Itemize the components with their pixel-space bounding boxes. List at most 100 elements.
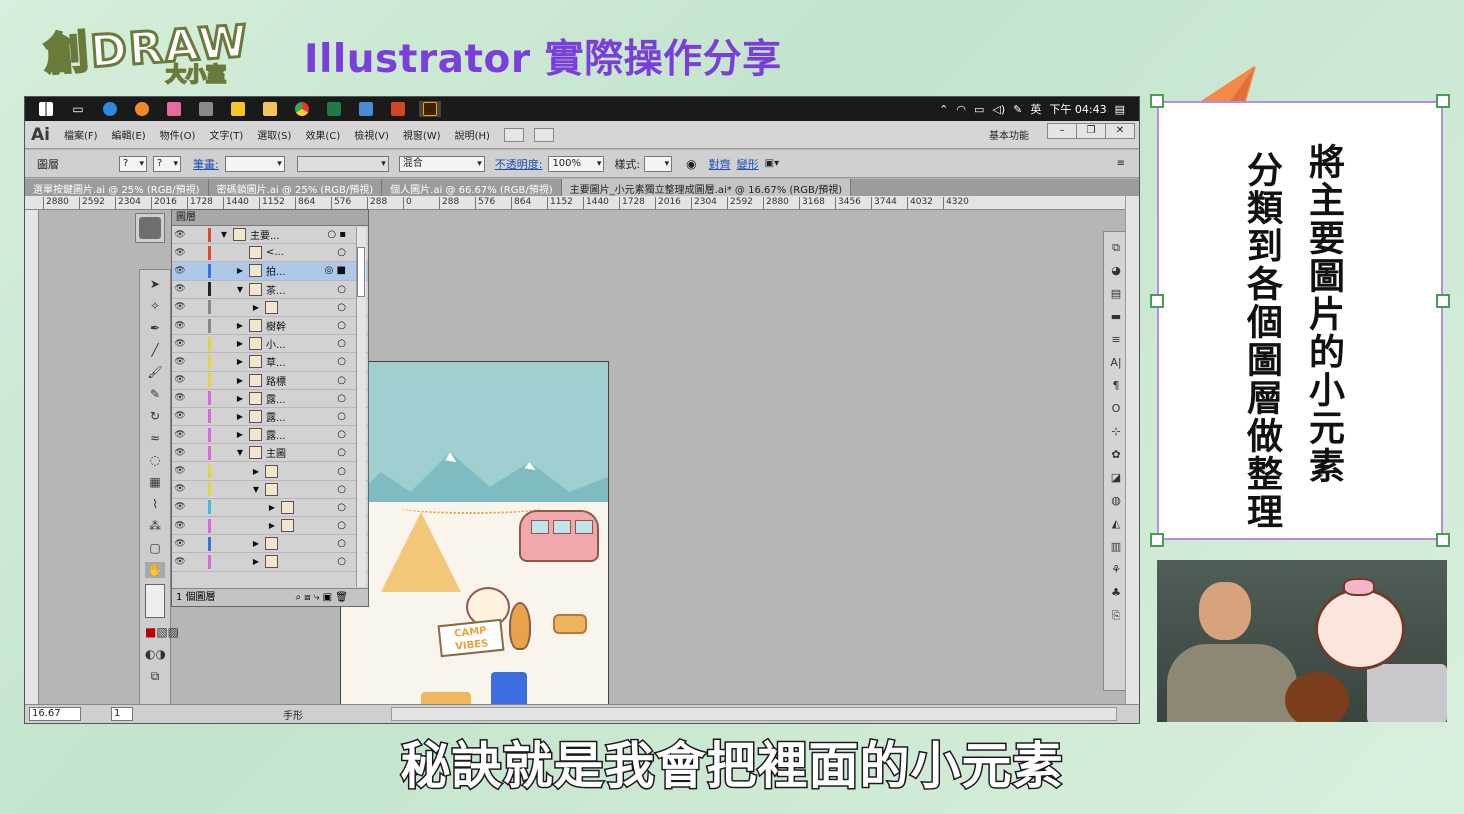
visibility-eye-icon[interactable]: 👁 xyxy=(172,266,188,276)
menu-type[interactable]: 文字(T) xyxy=(209,127,243,142)
target-circle-icon[interactable]: ○ xyxy=(337,320,346,331)
bridge-button[interactable] xyxy=(503,127,524,142)
minimize-button[interactable]: – xyxy=(1047,123,1077,139)
artboards-panel-icon[interactable]: ⧉ xyxy=(1108,241,1124,255)
file-explorer-icon[interactable] xyxy=(259,101,281,117)
layer-row[interactable]: 👁 ▶ 露... ○ xyxy=(172,408,368,427)
opentype-panel-icon[interactable]: O xyxy=(1108,402,1124,416)
document-tab[interactable]: 選單按鍵圖片.ai @ 25% (RGB/預視) xyxy=(25,179,209,196)
visibility-eye-icon[interactable]: 👁 xyxy=(172,448,188,458)
new-layer-icon[interactable]: ▣ xyxy=(323,592,332,603)
delete-layer-icon[interactable]: 🗑 xyxy=(335,592,348,603)
isolate-icon[interactable]: ▣▾ xyxy=(765,158,779,169)
artboard-number-input[interactable]: 1 xyxy=(111,707,133,721)
stroke-panel-icon[interactable]: ≡ xyxy=(1108,333,1124,347)
opacity-input[interactable]: 100% xyxy=(548,155,605,172)
volume-icon[interactable]: ◁) xyxy=(992,103,1005,116)
expand-arrow-icon[interactable]: ▼ xyxy=(219,230,229,239)
visibility-eye-icon[interactable]: 👁 xyxy=(172,321,188,331)
expand-arrow-icon[interactable]: ▶ xyxy=(235,376,245,385)
visibility-eye-icon[interactable]: 👁 xyxy=(172,430,188,440)
menu-object[interactable]: 物件(O) xyxy=(160,127,196,142)
expand-arrow-icon[interactable]: ▶ xyxy=(251,467,261,476)
clipping-mask-icon[interactable]: ⧈ xyxy=(304,592,310,603)
target-circle-icon[interactable]: ○ xyxy=(337,502,346,513)
target-circle-icon[interactable]: ○ xyxy=(337,302,346,313)
visibility-eye-icon[interactable]: 👁 xyxy=(172,375,188,385)
target-circle-icon[interactable]: ○ ▪ xyxy=(327,229,346,240)
layer-row[interactable]: 👁 ▶ ○ xyxy=(172,517,368,536)
appearance-panel-icon[interactable]: ✿ xyxy=(1108,448,1124,462)
target-circle-icon[interactable]: ○ xyxy=(337,356,346,367)
chevron-up-icon[interactable]: ⌃ xyxy=(939,103,948,116)
meeting-app-icon[interactable] xyxy=(355,101,377,117)
excel-icon[interactable] xyxy=(323,101,345,117)
visibility-eye-icon[interactable]: 👁 xyxy=(172,248,188,258)
layer-name[interactable]: 露... xyxy=(266,391,286,406)
layers-scrollbar[interactable] xyxy=(356,227,366,587)
align-panel-icon[interactable]: ▥ xyxy=(1108,540,1124,554)
target-circle-icon[interactable]: ○ xyxy=(337,284,346,295)
visibility-eye-icon[interactable]: 👁 xyxy=(172,339,188,349)
visibility-eye-icon[interactable]: 👁 xyxy=(172,557,188,567)
target-circle-icon[interactable]: ○ xyxy=(337,338,346,349)
visibility-eye-icon[interactable]: 👁 xyxy=(172,302,188,312)
menu-help[interactable]: 說明(H) xyxy=(455,127,490,142)
workspace-switcher[interactable]: 基本功能 xyxy=(989,127,1029,142)
gradient-panel-icon[interactable]: ▬ xyxy=(1108,310,1124,324)
current-tool-status[interactable]: 手形 xyxy=(283,707,303,722)
layers-scrollbar-thumb[interactable] xyxy=(357,247,365,297)
stroke-swatch-dropdown[interactable]: ? xyxy=(153,155,181,172)
color-panel-icon[interactable]: ◕ xyxy=(1108,264,1124,278)
target-circle-icon[interactable]: ○ xyxy=(337,447,346,458)
target-circle-icon[interactable]: ◎ ■ xyxy=(325,265,346,276)
visibility-eye-icon[interactable]: 👁 xyxy=(172,393,188,403)
brushes-panel-icon[interactable]: ⚘ xyxy=(1108,563,1124,577)
artboard-tool-icon[interactable]: ▢ xyxy=(145,540,165,556)
eyedropper-tool-icon[interactable]: ⌇ xyxy=(145,496,165,512)
layer-name[interactable]: 草... xyxy=(266,354,286,369)
mesh-tool-icon[interactable]: ▦ xyxy=(145,474,165,490)
color-mode-icon[interactable]: ■▧▨ xyxy=(145,624,179,640)
line-tool-icon[interactable]: ╱ xyxy=(145,342,165,358)
selection-tool-icon[interactable]: ➤ xyxy=(145,276,165,292)
target-circle-icon[interactable]: ○ xyxy=(337,429,346,440)
artboard[interactable]: CAMP VIBES xyxy=(340,361,609,723)
transform-link[interactable]: 變形 xyxy=(737,156,759,172)
canvas-horizontal-scrollbar[interactable] xyxy=(391,707,1117,721)
layer-row[interactable]: 👁 ▼ 主圖 ○ xyxy=(172,444,368,463)
stroke-link[interactable]: 筆畫: xyxy=(193,156,219,172)
target-circle-icon[interactable]: ○ xyxy=(337,466,346,477)
align-link[interactable]: 對齊 xyxy=(709,156,731,172)
visibility-eye-icon[interactable]: 👁 xyxy=(172,502,188,512)
graphic-styles-icon[interactable]: ◍ xyxy=(1108,494,1124,508)
illustrator-taskbar-icon[interactable] xyxy=(419,101,441,117)
layer-row[interactable]: 👁 ▶ 路標 ○ xyxy=(172,372,368,390)
layer-row[interactable]: 👁 ▶ ○ xyxy=(172,535,368,554)
visibility-eye-icon[interactable]: 👁 xyxy=(172,284,188,294)
target-circle-icon[interactable]: ○ xyxy=(337,520,346,531)
stroke-weight-input[interactable] xyxy=(224,155,285,172)
layer-row[interactable]: 👁 ▶ 樹幹 ○ xyxy=(172,317,368,336)
panel-menu-icon[interactable]: ≡ xyxy=(1117,158,1125,169)
resize-handle[interactable] xyxy=(1150,294,1164,308)
brush-tool-icon[interactable]: 🖌 xyxy=(145,364,165,380)
expand-arrow-icon[interactable]: ▼ xyxy=(251,485,261,494)
pen-icon[interactable]: ✎ xyxy=(1013,103,1022,116)
visibility-eye-icon[interactable]: 👁 xyxy=(172,521,188,531)
paint-icon[interactable] xyxy=(163,101,185,117)
canvas-vertical-scrollbar[interactable] xyxy=(1125,196,1139,706)
menu-effect[interactable]: 效果(C) xyxy=(305,127,340,142)
visibility-eye-icon[interactable]: 👁 xyxy=(172,539,188,549)
target-circle-icon[interactable]: ○ xyxy=(337,538,346,549)
layer-row[interactable]: 👁 ▶ 露... ○ xyxy=(172,426,368,445)
visibility-eye-icon[interactable]: 👁 xyxy=(172,357,188,367)
layer-row[interactable]: 👁 ▶ ○ xyxy=(172,553,368,572)
expand-arrow-icon[interactable]: ▶ xyxy=(267,503,277,512)
visibility-eye-icon[interactable]: 👁 xyxy=(172,466,188,476)
chrome-icon[interactable] xyxy=(291,101,313,117)
target-circle-icon[interactable]: ○ xyxy=(337,375,346,386)
expand-arrow-icon[interactable]: ▶ xyxy=(267,521,277,530)
layer-name[interactable]: <... xyxy=(266,247,284,258)
visibility-eye-icon[interactable]: 👁 xyxy=(172,411,188,421)
